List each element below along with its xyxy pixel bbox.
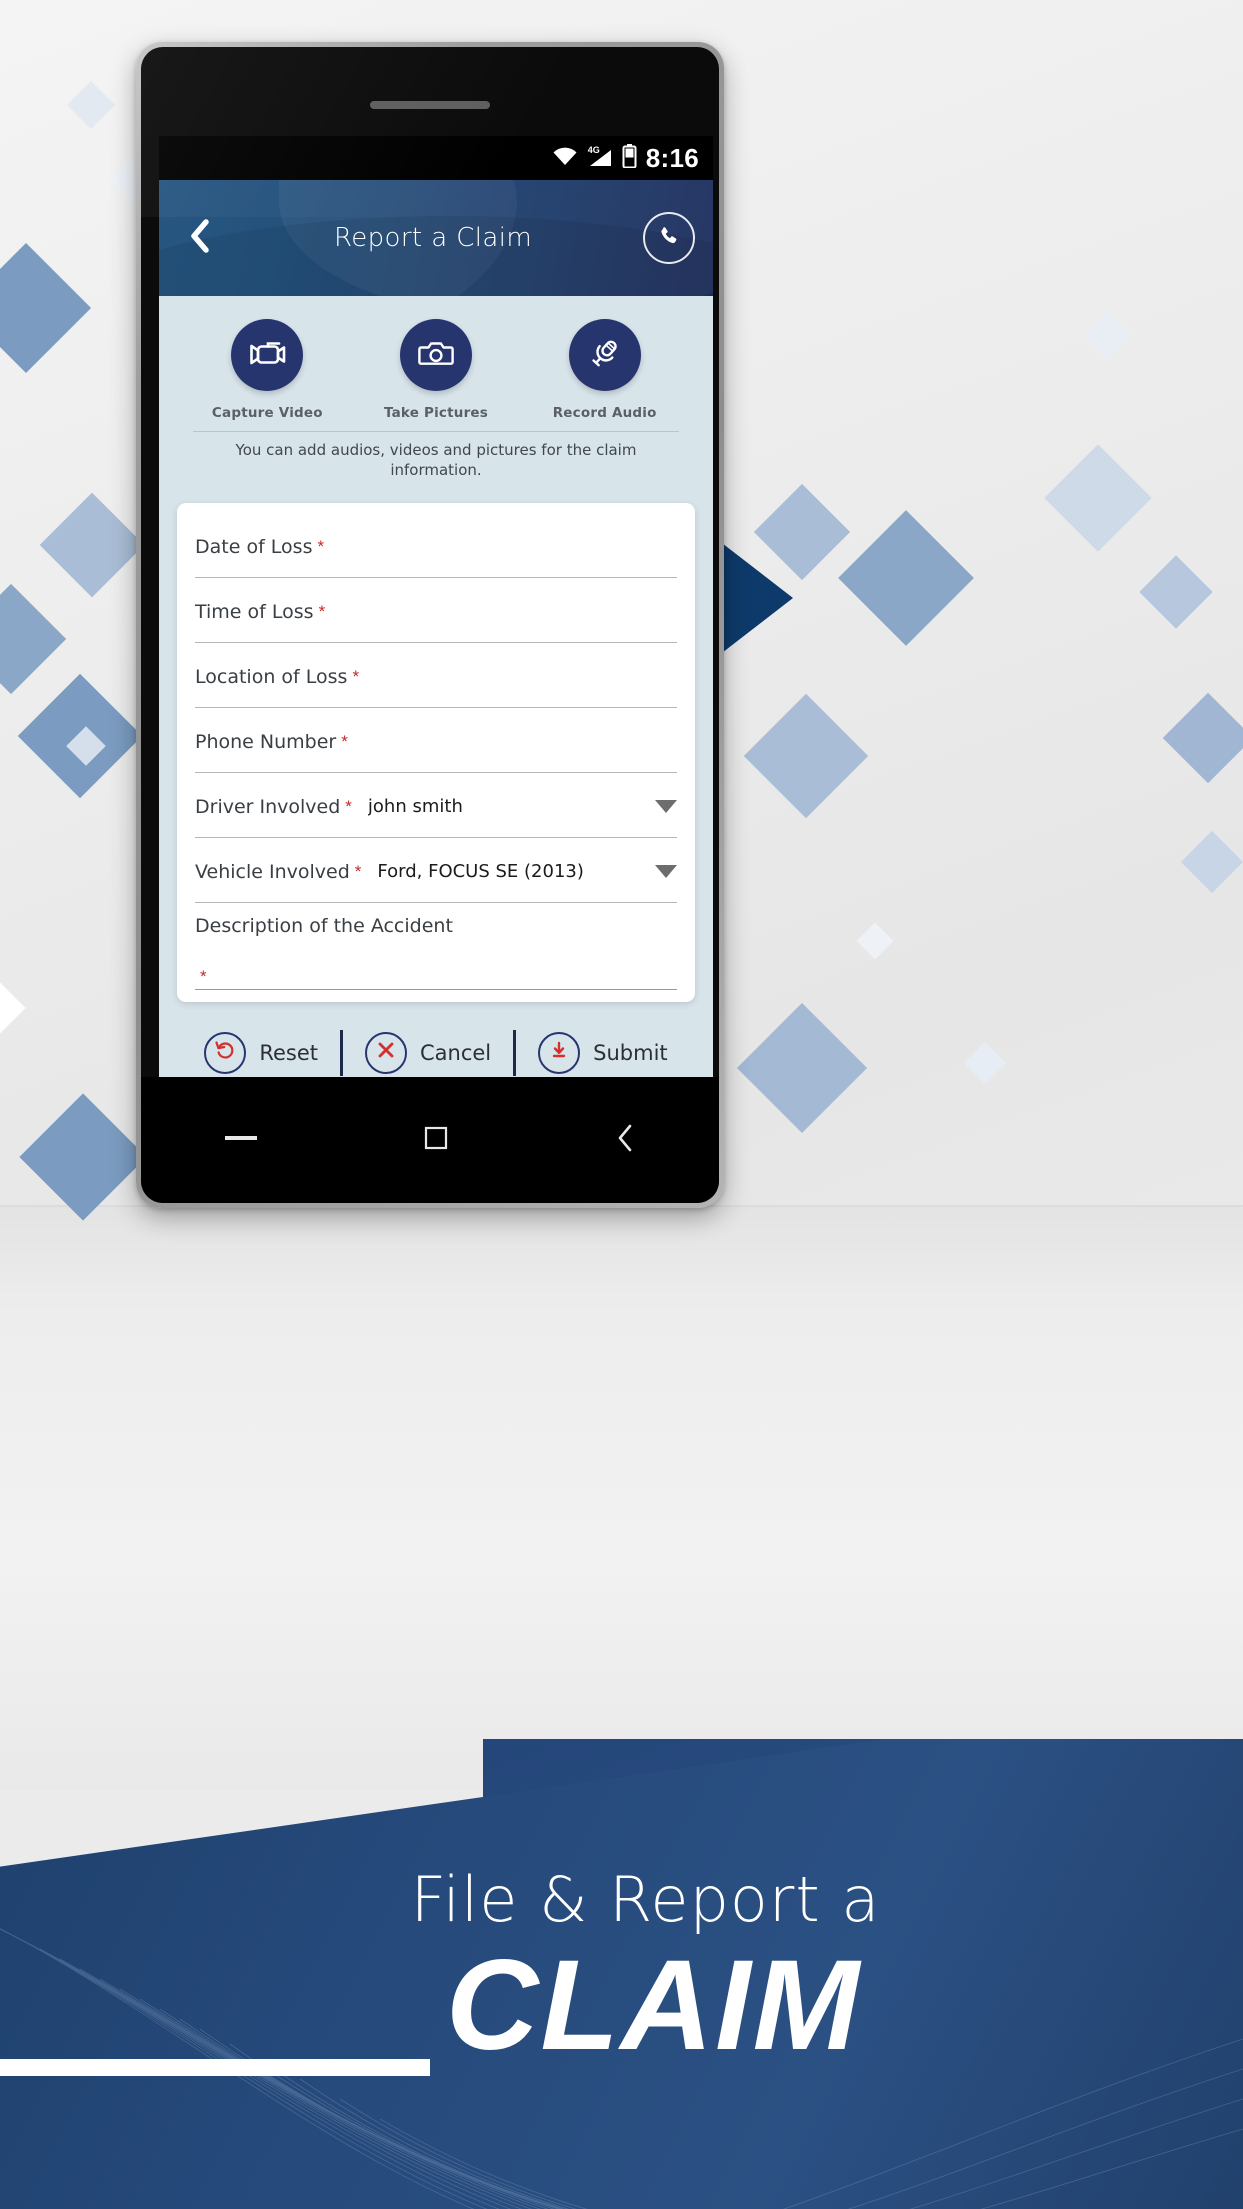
reset-icon-circle xyxy=(204,1031,247,1074)
capture-video-circle xyxy=(231,319,304,391)
driver-involved-value[interactable]: john smith xyxy=(368,796,649,817)
field-label: Driver Involved xyxy=(195,795,341,818)
form-actions: Reset Cancel Submit xyxy=(167,1029,705,1076)
back-button[interactable] xyxy=(177,215,223,261)
media-hint-text: You can add audios, videos and pictures … xyxy=(235,441,637,479)
media-divider xyxy=(193,431,679,432)
take-pictures-circle xyxy=(399,319,472,391)
required-marker: * xyxy=(345,796,352,816)
field-location-of-loss[interactable]: Location of Loss * xyxy=(195,643,677,708)
banner-rule xyxy=(0,2059,430,2076)
take-pictures-button[interactable]: Take Pictures xyxy=(378,319,494,421)
field-label: Vehicle Involved xyxy=(195,860,350,883)
network-type-label: 4G xyxy=(587,145,600,155)
field-label: Description of the Accident xyxy=(195,914,453,937)
reset-label: Reset xyxy=(259,1040,318,1065)
required-marker: * xyxy=(318,601,326,621)
record-audio-circle xyxy=(568,319,641,391)
background-floor xyxy=(0,1205,1243,1790)
field-phone-number[interactable]: Phone Number * xyxy=(195,708,677,773)
reset-icon xyxy=(214,1039,236,1066)
wifi-icon xyxy=(552,146,578,171)
battery-icon xyxy=(622,143,637,173)
status-bar: 4G 8:16 xyxy=(159,136,713,180)
field-label: Date of Loss xyxy=(195,535,313,558)
vehicle-involved-value[interactable]: Ford, FOCUS SE (2013) xyxy=(377,861,649,882)
required-marker: * xyxy=(341,731,348,751)
cancel-x-icon xyxy=(376,1040,396,1065)
download-submit-icon xyxy=(549,1040,569,1065)
cancel-button[interactable]: Cancel xyxy=(343,1031,513,1074)
required-marker: * xyxy=(352,666,360,686)
chevron-down-icon[interactable] xyxy=(655,865,677,879)
capture-video-label: Capture Video xyxy=(211,405,323,421)
field-vehicle-involved[interactable]: Vehicle Involved * Ford, FOCUS SE (2013) xyxy=(195,838,677,903)
chevron-left-icon xyxy=(189,218,211,258)
media-capture-row: Capture Video Take Pictures Record Audio xyxy=(167,296,705,421)
take-pictures-label: Take Pictures xyxy=(383,405,489,421)
field-label: Time of Loss xyxy=(195,600,314,623)
description-input-underline[interactable] xyxy=(195,988,677,990)
android-nav-bar xyxy=(141,1077,719,1203)
required-marker: * xyxy=(200,966,207,986)
microphone-icon xyxy=(588,337,622,374)
decor-arrow xyxy=(718,540,793,656)
reset-button[interactable]: Reset xyxy=(182,1031,340,1074)
home-square-icon[interactable] xyxy=(422,1124,450,1157)
submit-button[interactable]: Submit xyxy=(516,1031,690,1074)
chevron-down-icon[interactable] xyxy=(655,800,677,814)
submit-label: Submit xyxy=(593,1040,668,1065)
banner-headline-line1: File & Report a xyxy=(410,1863,881,1936)
camera-icon xyxy=(418,338,454,373)
status-bar-clock: 8:16 xyxy=(645,143,699,173)
claim-form-card: Date of Loss * Time of Loss * Location o… xyxy=(177,502,695,1002)
capture-video-button[interactable]: Capture Video xyxy=(209,319,325,421)
field-label: Location of Loss xyxy=(195,665,348,688)
app-bar: Report a Claim xyxy=(159,180,713,296)
banner-headline-line2: CLAIM xyxy=(446,1934,862,2077)
required-marker: * xyxy=(317,536,325,556)
page-title: Report a Claim xyxy=(333,223,533,253)
back-chevron-icon[interactable] xyxy=(613,1122,637,1159)
record-audio-button[interactable]: Record Audio xyxy=(547,319,663,421)
submit-icon-circle xyxy=(538,1031,581,1074)
phone-screen: 4G 8:16 Report a Claim Capture Video Tak… xyxy=(159,136,713,1077)
phone-device: 4G 8:16 Report a Claim Capture Video Tak… xyxy=(136,42,724,1208)
recents-dash-icon[interactable] xyxy=(223,1131,259,1149)
field-time-of-loss[interactable]: Time of Loss * xyxy=(195,578,677,643)
required-marker: * xyxy=(354,861,362,881)
video-camera-icon xyxy=(248,338,286,373)
field-description-of-accident[interactable]: Description of the Accident * xyxy=(195,903,677,990)
phone-icon xyxy=(657,224,681,253)
field-date-of-loss[interactable]: Date of Loss * xyxy=(195,513,677,578)
signal-icon: 4G xyxy=(587,145,613,168)
phone-bezel: 4G 8:16 Report a Claim Capture Video Tak… xyxy=(141,47,719,1203)
field-label: Phone Number xyxy=(195,730,337,753)
screen-content: Capture Video Take Pictures Record Audio… xyxy=(159,296,713,1077)
promo-banner: File & Report a CLAIM xyxy=(0,1739,1243,2209)
record-audio-label: Record Audio xyxy=(552,405,657,421)
cancel-icon-circle xyxy=(365,1031,407,1074)
call-button[interactable] xyxy=(643,212,695,264)
poster-canvas: 4G 8:16 Report a Claim Capture Video Tak… xyxy=(0,0,1243,2209)
earpiece-speaker xyxy=(370,101,490,109)
cancel-label: Cancel xyxy=(420,1040,492,1065)
field-driver-involved[interactable]: Driver Involved * john smith xyxy=(195,773,677,838)
